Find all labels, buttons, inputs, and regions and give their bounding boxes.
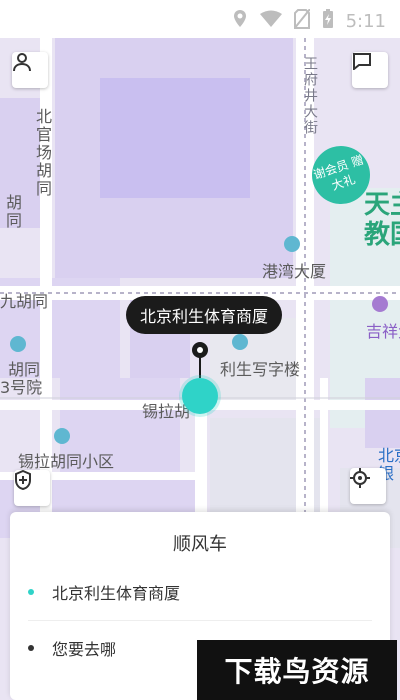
poi-gangwan-icon[interactable] <box>284 236 300 252</box>
no-sim-icon <box>292 8 311 33</box>
battery-charging-icon <box>322 9 334 33</box>
status-icons: 5:11 <box>232 8 386 33</box>
ride-type-title: 顺风车 <box>173 534 227 555</box>
map-label-wangfujing: 王府井大街 <box>302 56 318 136</box>
map-label-jiaotang: 教国 <box>364 220 400 250</box>
poi-hutong-icon[interactable] <box>10 336 26 352</box>
map-label-beiguanchang: 北官场胡同 <box>33 108 52 198</box>
location-icon <box>232 9 248 33</box>
map-label-gangwan: 港湾大厦 <box>262 262 327 281</box>
map-label-xila-community: 锡拉胡同小区 <box>18 452 115 471</box>
watermark: 下载鸟资源 <box>197 640 397 700</box>
map-label-jiu-hutong: 九胡同 <box>0 292 49 311</box>
messages-button[interactable] <box>352 52 388 88</box>
status-time: 5:11 <box>345 10 386 32</box>
destination-dot-icon <box>28 645 34 651</box>
origin-text: 北京利生体育商厦 <box>52 584 181 603</box>
safety-button[interactable] <box>14 470 50 506</box>
destination-placeholder: 您要去哪 <box>52 640 117 659</box>
map-label-hutong-left: 胡同 <box>3 194 22 230</box>
origin-dot-icon <box>28 589 34 595</box>
origin-row[interactable]: 北京利生体育商厦 <box>10 564 390 620</box>
pickup-tooltip[interactable]: 北京利生体育商厦 <box>126 296 283 334</box>
locate-me-button[interactable] <box>350 468 386 504</box>
poi-jixiang-icon[interactable] <box>372 296 388 312</box>
poi-xila-icon[interactable] <box>54 428 70 444</box>
status-bar: 5:11 <box>0 0 400 38</box>
current-location-dot <box>182 378 218 414</box>
profile-button[interactable] <box>12 52 48 88</box>
map-label-lisheng: 利生写字楼 <box>220 360 301 379</box>
map-label-jixiang: 吉祥大 <box>366 322 400 341</box>
map-label-yard-3: 3号院 <box>0 378 43 397</box>
wifi-icon <box>259 10 282 32</box>
poi-lisheng-icon[interactable] <box>232 334 248 350</box>
